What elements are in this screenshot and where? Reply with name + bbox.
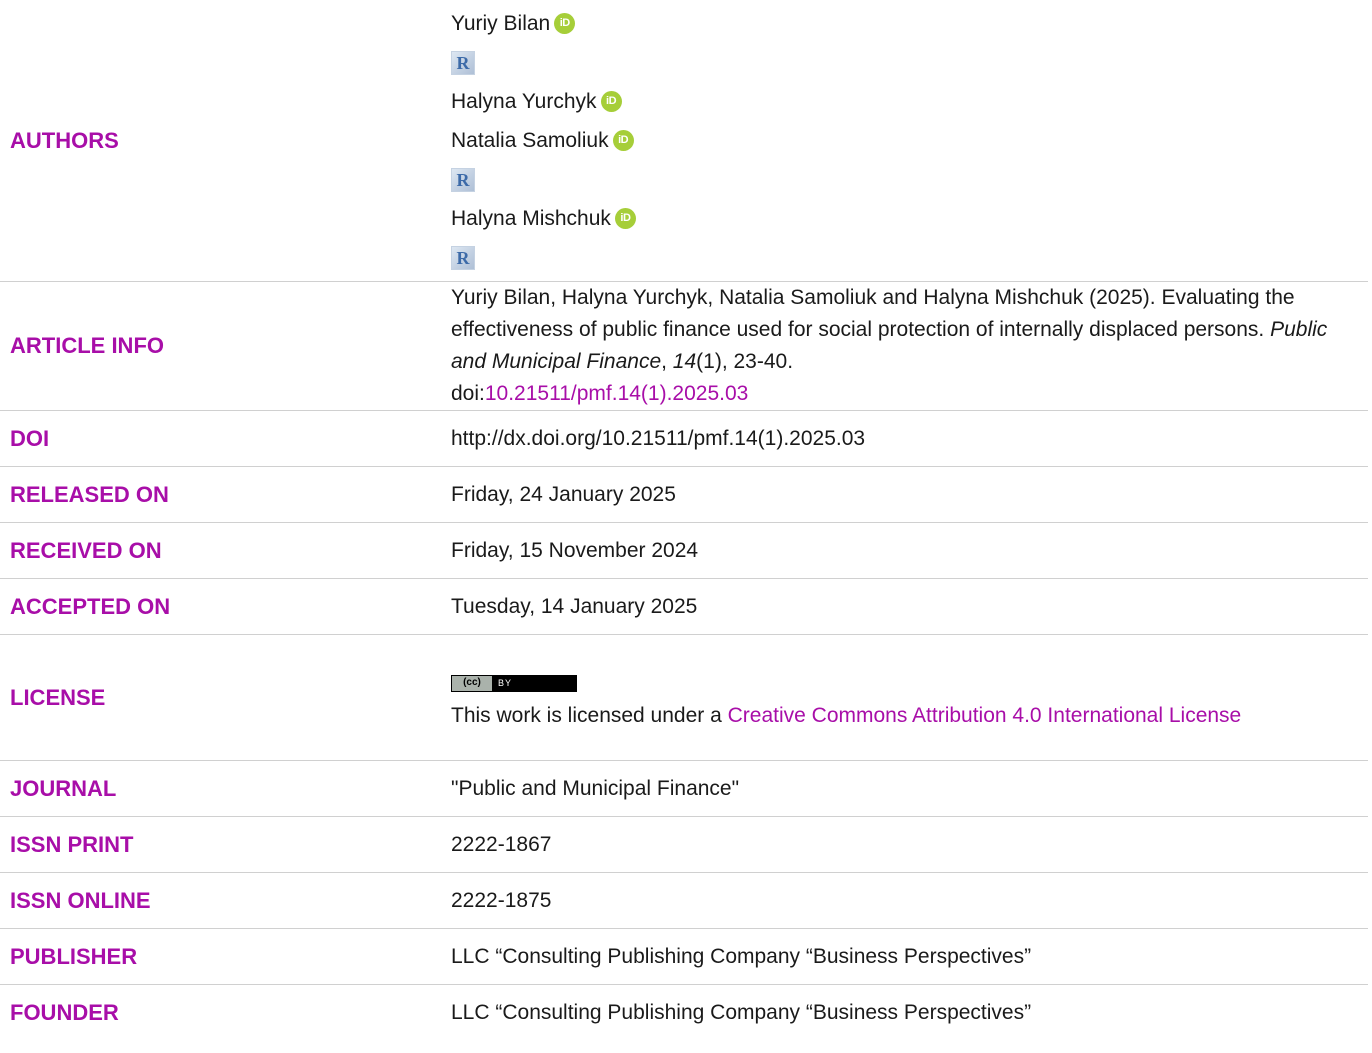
issn-print-value: 2222-1867 — [451, 816, 1368, 873]
researcher-id-row: R — [451, 43, 1328, 82]
label-license: LICENSE — [0, 634, 451, 761]
author-item: Halyna Yurchyk iD — [451, 82, 1328, 121]
journal-value: "Public and Municipal Finance" — [451, 760, 1368, 817]
citation-text: Yuriy Bilan, Halyna Yurchyk, Natalia Sam… — [451, 286, 1295, 341]
founder-value: LLC “Consulting Publishing Company “Busi… — [451, 1000, 1032, 1024]
researcher-id-icon[interactable]: R — [451, 167, 475, 192]
row-founder: FOUNDER LLC “Consulting Publishing Compa… — [0, 985, 1368, 1041]
license-value: (cc) BY This work is licensed under a Cr… — [451, 634, 1368, 761]
authors-list: Yuriy Bilan iD R Halyna Yurchyk iD Natal… — [451, 0, 1368, 282]
row-doi: DOI http://dx.doi.org/10.21511/pmf.14(1)… — [0, 410, 1368, 467]
author-item: Halyna Mishchuk iD — [451, 199, 1328, 238]
row-article-info: ARTICLE INFO Yuriy Bilan, Halyna Yurchyk… — [0, 281, 1368, 411]
license-text: This work is licensed under a Creative C… — [451, 700, 1328, 732]
row-released-on: RELEASED ON Friday, 24 January 2025 — [0, 466, 1368, 523]
researcher-id-icon[interactable]: R — [451, 50, 475, 75]
license-text-prefix: This work is licensed under a — [451, 703, 728, 727]
author-item: Natalia Samoliuk iD — [451, 121, 1328, 160]
citation-issue-pages: (1), 23-40. — [696, 350, 794, 373]
orcid-icon[interactable]: iD — [554, 13, 576, 34]
label-received-on: RECEIVED ON — [0, 522, 451, 579]
issn-online-value: 2222-1875 — [451, 872, 1368, 929]
label-founder: FOUNDER — [10, 999, 119, 1025]
article-citation: Yuriy Bilan, Halyna Yurchyk, Natalia Sam… — [451, 281, 1368, 411]
accepted-on-value: Tuesday, 14 January 2025 — [451, 578, 1368, 635]
citation-volume: 14 — [672, 350, 697, 373]
citation-doi-prefix: doi: — [451, 382, 485, 405]
cc-by-badge[interactable]: (cc) BY — [451, 674, 577, 692]
orcid-icon[interactable]: iD — [600, 91, 622, 112]
author-name[interactable]: Halyna Yurchyk — [451, 86, 597, 118]
by-icon: BY — [498, 678, 513, 689]
row-accepted-on: ACCEPTED ON Tuesday, 14 January 2025 — [0, 578, 1368, 635]
doi-value: http://dx.doi.org/10.21511/pmf.14(1).202… — [451, 410, 1368, 467]
orcid-icon[interactable]: iD — [614, 208, 636, 229]
label-issn-print: ISSN PRINT — [0, 816, 451, 873]
author-item: Yuriy Bilan iD — [451, 4, 1328, 43]
row-publisher: PUBLISHER LLC “Consulting Publishing Com… — [0, 928, 1368, 985]
row-license: LICENSE (cc) BY This work is licensed un… — [0, 634, 1368, 761]
author-name[interactable]: Natalia Samoliuk — [451, 125, 609, 157]
license-link[interactable]: Creative Commons Attribution 4.0 Interna… — [728, 704, 1242, 727]
row-issn-online: ISSN ONLINE 2222-1875 — [0, 872, 1368, 929]
author-name[interactable]: Halyna Mishchuk — [451, 203, 611, 235]
orcid-icon[interactable]: iD — [612, 130, 634, 151]
label-accepted-on: ACCEPTED ON — [0, 578, 451, 635]
citation-doi-link[interactable]: 10.21511/pmf.14(1).2025.03 — [485, 382, 748, 405]
label-publisher: PUBLISHER — [0, 928, 451, 985]
released-on-value: Friday, 24 January 2025 — [451, 466, 1368, 523]
row-received-on: RECEIVED ON Friday, 15 November 2024 — [0, 522, 1368, 579]
label-article-info: ARTICLE INFO — [0, 281, 451, 411]
received-on-value: Friday, 15 November 2024 — [451, 522, 1368, 579]
publisher-value: LLC “Consulting Publishing Company “Busi… — [451, 928, 1368, 985]
cc-icon: (cc) — [452, 675, 492, 691]
citation-comma: , — [661, 350, 673, 373]
row-authors: AUTHORS Yuriy Bilan iD R Halyna Yurchyk … — [0, 0, 1368, 282]
label-journal: JOURNAL — [0, 760, 451, 817]
label-doi: DOI — [0, 410, 451, 467]
label-authors: AUTHORS — [0, 0, 451, 282]
row-issn-print: ISSN PRINT 2222-1867 — [0, 816, 1368, 873]
researcher-id-row: R — [451, 160, 1328, 199]
row-journal: JOURNAL "Public and Municipal Finance" — [0, 760, 1368, 817]
author-name[interactable]: Yuriy Bilan — [451, 8, 550, 40]
label-issn-online: ISSN ONLINE — [0, 872, 451, 929]
researcher-id-row: R — [451, 238, 1328, 277]
article-metadata-table: AUTHORS Yuriy Bilan iD R Halyna Yurchyk … — [0, 0, 1368, 1040]
researcher-id-icon[interactable]: R — [451, 245, 475, 270]
label-released-on: RELEASED ON — [0, 466, 451, 523]
